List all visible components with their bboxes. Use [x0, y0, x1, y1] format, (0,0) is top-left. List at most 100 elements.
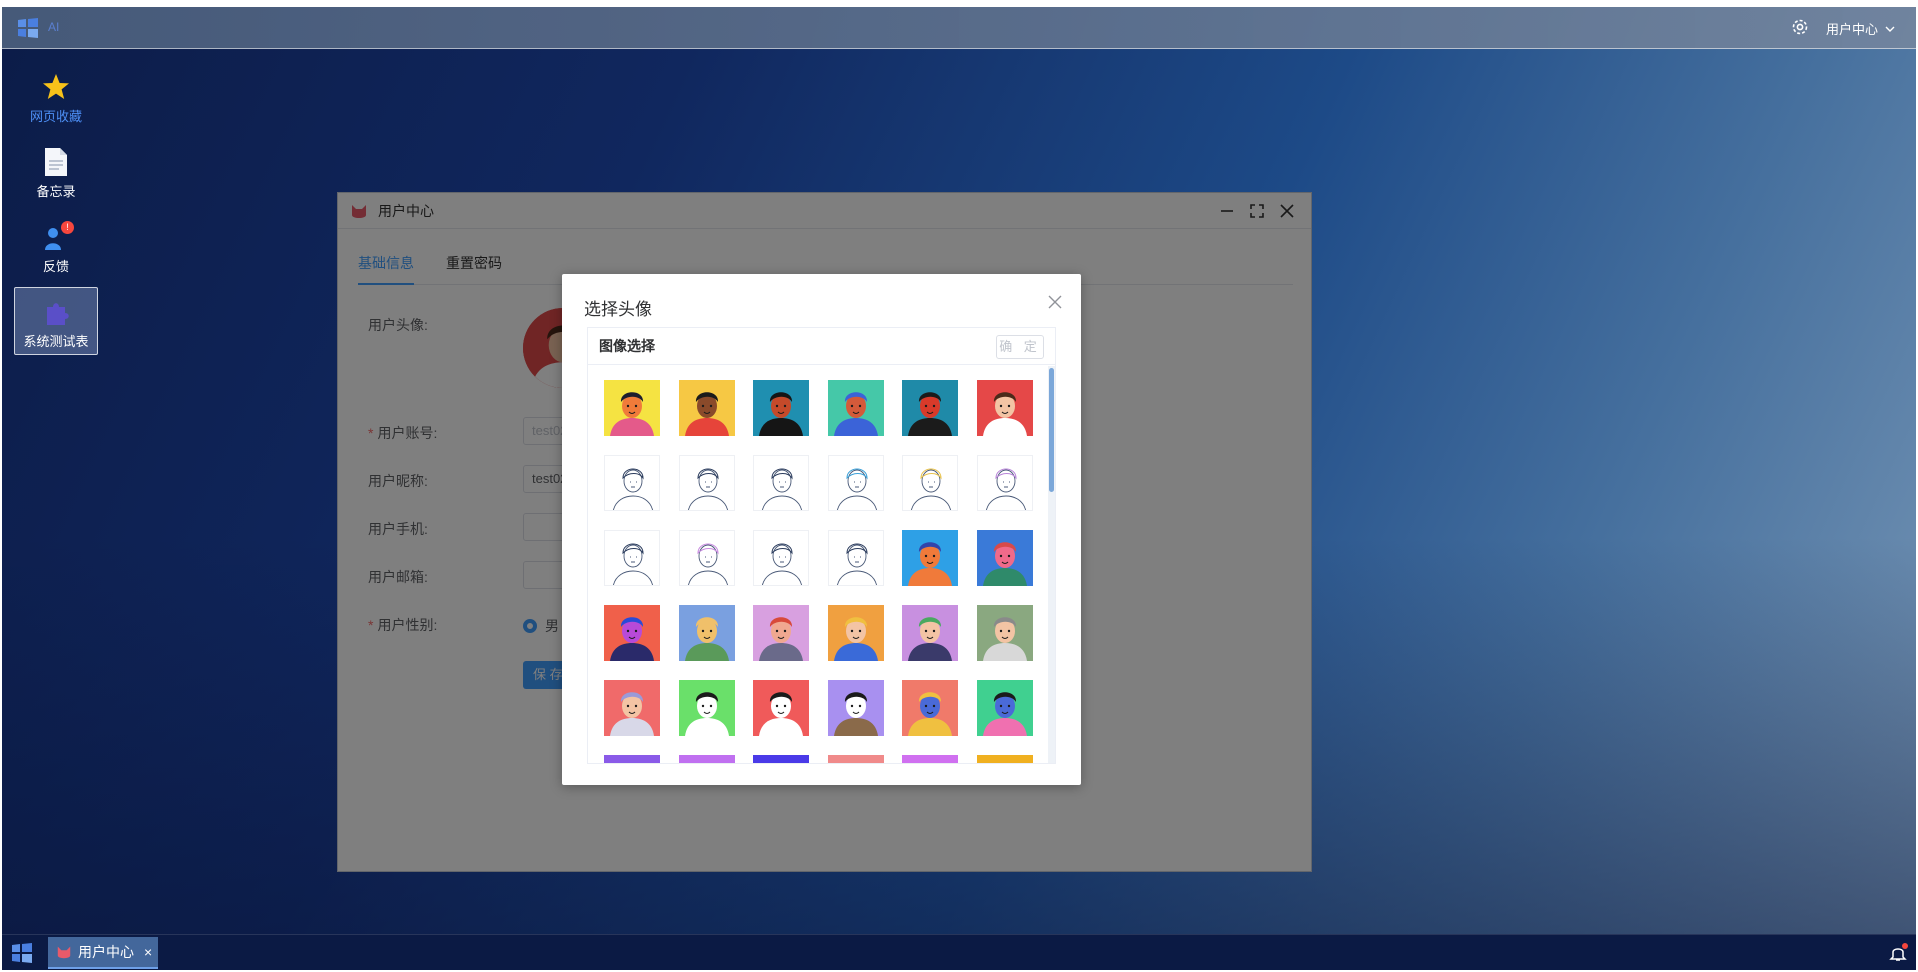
avatar-illustration: [902, 755, 958, 763]
avatar-illustration: [604, 755, 660, 763]
notification-badge: !: [61, 221, 74, 234]
avatar-option[interactable]: [902, 755, 958, 763]
avatar-illustration: [976, 380, 1033, 436]
avatar-option[interactable]: [604, 455, 660, 511]
avatar-option[interactable]: [753, 680, 809, 736]
scrollbar[interactable]: [1048, 366, 1055, 763]
avatar-illustration: [613, 468, 653, 510]
avatar-option[interactable]: [827, 755, 884, 763]
gear-icon[interactable]: [1790, 17, 1810, 37]
desktop-icon-label: 反馈: [42, 259, 69, 274]
avatar-grid: [604, 380, 1044, 763]
avatar-illustration: [902, 605, 958, 661]
avatar-option[interactable]: [604, 530, 660, 586]
desktop-icon-bookmarks[interactable]: 网页收藏: [14, 62, 98, 130]
avatar-illustration: [902, 680, 958, 736]
top-bar: AI 用户中心: [2, 7, 1916, 49]
avatar-option[interactable]: [678, 380, 735, 436]
avatar-illustration: [976, 680, 1033, 736]
avatar-illustration: [827, 680, 884, 736]
avatar-option[interactable]: [753, 755, 809, 763]
avatar-option[interactable]: [902, 530, 958, 586]
image-select-panel: 图像选择 确 定: [587, 327, 1056, 764]
avatar-option[interactable]: [827, 605, 884, 661]
avatar-illustration: [678, 605, 735, 661]
panel-header: 图像选择 确 定: [588, 328, 1055, 365]
avatar-option[interactable]: [678, 680, 735, 736]
desktop-icon-label: 网页收藏: [29, 109, 82, 124]
avatar-illustration: [762, 543, 802, 585]
taskbar: 用户中心 ×: [2, 934, 1916, 970]
avatar-option[interactable]: [902, 605, 958, 661]
avatar-option[interactable]: [976, 680, 1033, 736]
avatar-illustration: [976, 530, 1033, 586]
star-icon: [43, 74, 69, 99]
avatar-option[interactable]: [902, 455, 958, 511]
close-icon[interactable]: [1047, 294, 1063, 310]
avatar-illustration: [687, 468, 728, 510]
avatar-option[interactable]: [827, 530, 884, 586]
puzzle-icon: [47, 303, 69, 325]
avatar-option[interactable]: [827, 455, 884, 511]
avatar-option[interactable]: [678, 605, 735, 661]
avatar-option[interactable]: [902, 680, 958, 736]
avatar-option[interactable]: [604, 755, 660, 763]
avatar-option[interactable]: [604, 680, 660, 736]
avatar-option[interactable]: [976, 530, 1033, 586]
avatar-option[interactable]: [976, 605, 1033, 661]
avatar-illustration: [753, 380, 809, 436]
avatar-option[interactable]: [827, 680, 884, 736]
avatar-option[interactable]: [678, 755, 735, 763]
avatar-illustration: [902, 380, 958, 436]
avatar-illustration: [687, 543, 728, 585]
user-menu-label: 用户中心: [1826, 22, 1879, 37]
cat-icon: [57, 946, 71, 959]
avatar-option[interactable]: [678, 455, 735, 511]
avatar-option[interactable]: [827, 380, 884, 436]
avatar-option[interactable]: [604, 605, 660, 661]
desktop-icon-feedback[interactable]: ! 反馈: [14, 212, 98, 280]
avatar-illustration: [902, 530, 958, 586]
avatar-illustration: [911, 468, 951, 510]
app-logo-icon[interactable]: [16, 17, 40, 39]
start-menu-icon[interactable]: [10, 942, 34, 964]
dialog-title: 选择头像: [584, 300, 652, 319]
avatar-illustration: [604, 680, 660, 736]
avatar-illustration: [827, 755, 884, 763]
desktop-icon-memo[interactable]: 备忘录: [14, 137, 98, 205]
avatar-option[interactable]: [753, 530, 809, 586]
desktop-icon-label: 备忘录: [36, 184, 76, 199]
avatar-illustration: [836, 468, 877, 510]
avatar-option[interactable]: [753, 380, 809, 436]
avatar-option[interactable]: [902, 380, 958, 436]
close-icon[interactable]: ×: [144, 944, 152, 960]
taskbar-item-user-center[interactable]: 用户中心 ×: [48, 937, 158, 969]
notification-dot: [1902, 943, 1908, 949]
scrollbar-thumb[interactable]: [1049, 368, 1054, 492]
avatar-option[interactable]: [976, 380, 1033, 436]
taskbar-item-label: 用户中心: [78, 944, 134, 960]
select-avatar-dialog: 选择头像 图像选择 确 定: [562, 274, 1081, 785]
avatar-illustration: [604, 605, 660, 661]
avatar-illustration: [976, 755, 1033, 763]
confirm-button[interactable]: 确 定: [996, 335, 1044, 359]
avatar-option[interactable]: [753, 605, 809, 661]
avatar-option[interactable]: [604, 380, 660, 436]
avatar-option[interactable]: [753, 455, 809, 511]
desktop-icon-label: 系统测试表: [23, 334, 89, 349]
notification-bell[interactable]: [1888, 943, 1908, 963]
avatar-illustration: [827, 380, 884, 436]
avatar-option[interactable]: [678, 530, 735, 586]
avatar-illustration: [678, 380, 735, 436]
app-title: AI: [48, 20, 60, 34]
avatar-illustration: [604, 380, 660, 436]
user-center-menu[interactable]: 用户中心: [1826, 19, 1896, 38]
avatar-illustration: [976, 605, 1033, 661]
avatar-option[interactable]: [976, 755, 1033, 763]
desktop-icon-system-test[interactable]: 系统测试表: [14, 287, 98, 355]
avatar-illustration: [836, 543, 877, 585]
avatar-illustration: [613, 543, 653, 585]
chevron-down-icon: [1885, 26, 1895, 32]
avatar-option[interactable]: [976, 455, 1033, 511]
panel-title: 图像选择: [599, 338, 655, 354]
